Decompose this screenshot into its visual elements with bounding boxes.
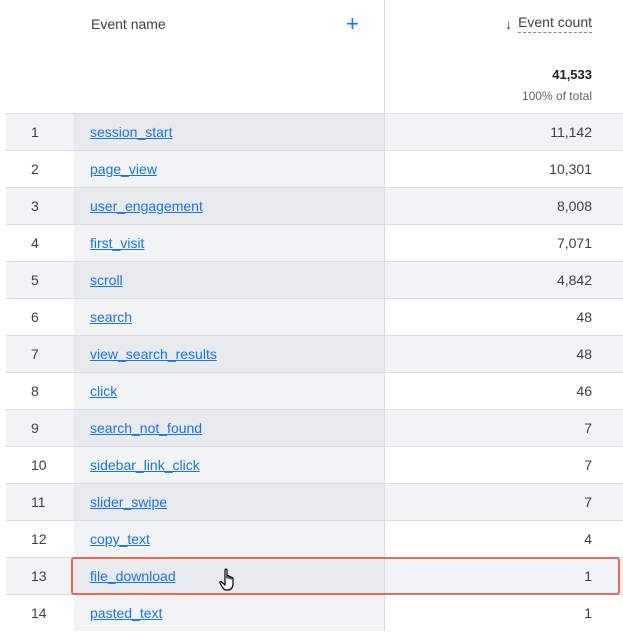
table-row[interactable]: 4 first_visit 7,071 [6, 224, 623, 261]
column-divider [384, 151, 385, 187]
event-name-link[interactable]: first_visit [90, 225, 144, 261]
row-number: 9 [31, 420, 39, 436]
row-number: 7 [31, 346, 39, 362]
row-number: 8 [31, 383, 39, 399]
row-number: 13 [31, 568, 47, 584]
plus-icon[interactable]: + [346, 12, 359, 36]
table-row[interactable]: 11 slider_swipe 7 [6, 483, 623, 520]
event-name-link[interactable]: search [90, 299, 132, 335]
event-count-header[interactable]: ↓ Event count [505, 14, 592, 33]
event-name-link[interactable]: view_search_results [90, 336, 217, 372]
row-number: 14 [31, 605, 47, 621]
event-count-value: 48 [576, 309, 592, 325]
row-number: 11 [31, 494, 46, 510]
event-count-value: 10,301 [549, 161, 592, 177]
event-count-value: 8,008 [556, 198, 592, 214]
column-divider [384, 0, 385, 113]
column-divider [384, 484, 385, 520]
column-divider [384, 225, 385, 261]
table-row[interactable]: 8 click 46 [6, 372, 623, 409]
row-number: 1 [31, 124, 39, 140]
row-number: 2 [31, 161, 39, 177]
column-divider [384, 188, 385, 224]
column-divider [384, 373, 385, 409]
event-count-value: 7 [584, 457, 592, 473]
events-table: Event name + ↓ Event count 41,533 100% o… [6, 0, 623, 631]
event-count-value: 1 [584, 605, 592, 621]
event-name-cell [74, 373, 385, 409]
table-row[interactable]: 7 view_search_results 48 [6, 335, 623, 372]
column-divider [384, 114, 385, 150]
event-name-link[interactable]: user_engagement [90, 188, 203, 224]
event-count-value: 11,142 [550, 124, 592, 140]
event-count-value: 4,842 [556, 272, 592, 288]
event-name-link[interactable]: file_download [90, 558, 176, 594]
column-divider [384, 521, 385, 557]
row-number: 4 [31, 235, 39, 251]
event-count-value: 46 [576, 383, 592, 399]
event-name-link[interactable]: sidebar_link_click [90, 447, 200, 483]
event-name-link[interactable]: slider_swipe [90, 484, 167, 520]
table-row[interactable]: 12 copy_text 4 [6, 520, 623, 557]
event-name-link[interactable]: scroll [90, 262, 123, 298]
table-row[interactable]: 14 pasted_text 1 [6, 594, 623, 631]
event-name-link[interactable]: copy_text [90, 521, 150, 557]
event-name-link[interactable]: session_start [90, 114, 172, 150]
row-number: 3 [31, 198, 39, 214]
table-row[interactable]: 2 page_view 10,301 [6, 150, 623, 187]
event-count-value: 1 [584, 568, 592, 584]
table-row[interactable]: 1 session_start 11,142 [6, 113, 623, 150]
table-row[interactable]: 13 file_download 1 [6, 557, 623, 594]
column-divider [384, 262, 385, 298]
table-row[interactable]: 9 search_not_found 7 [6, 409, 623, 446]
table-row[interactable]: 3 user_engagement 8,008 [6, 187, 623, 224]
table-row[interactable]: 10 sidebar_link_click 7 [6, 446, 623, 483]
column-divider [384, 336, 385, 372]
event-name-link[interactable]: pasted_text [90, 595, 162, 631]
table-header: Event name + ↓ Event count 41,533 100% o… [6, 0, 623, 113]
event-name-link[interactable]: search_not_found [90, 410, 202, 446]
total-count: 41,533 [552, 67, 592, 82]
column-divider [384, 447, 385, 483]
arrow-down-icon: ↓ [505, 15, 513, 32]
row-number: 10 [31, 457, 47, 473]
event-name-header[interactable]: Event name [91, 16, 166, 32]
total-percent: 100% of total [521, 89, 592, 103]
event-name-link[interactable]: click [90, 373, 117, 409]
column-divider [384, 595, 385, 631]
event-count-value: 7,071 [556, 235, 592, 251]
table-row[interactable]: 5 scroll 4,842 [6, 261, 623, 298]
row-number: 5 [31, 272, 39, 288]
table-row[interactable]: 6 search 48 [6, 298, 623, 335]
event-count-value: 4 [584, 531, 592, 547]
column-divider [384, 410, 385, 446]
hand-cursor-icon [219, 568, 234, 591]
event-count-value: 7 [584, 420, 592, 436]
column-divider [384, 299, 385, 335]
row-number: 12 [31, 531, 47, 547]
row-number: 6 [31, 309, 39, 325]
table-body: 1 session_start 11,142 2 page_view 10,301 3 use… [6, 113, 623, 631]
event-name-link[interactable]: page_view [90, 151, 157, 187]
event-count-value: 7 [584, 494, 592, 510]
event-count-value: 48 [576, 346, 592, 362]
event-count-label[interactable]: Event count [518, 14, 592, 33]
column-divider [384, 558, 385, 594]
